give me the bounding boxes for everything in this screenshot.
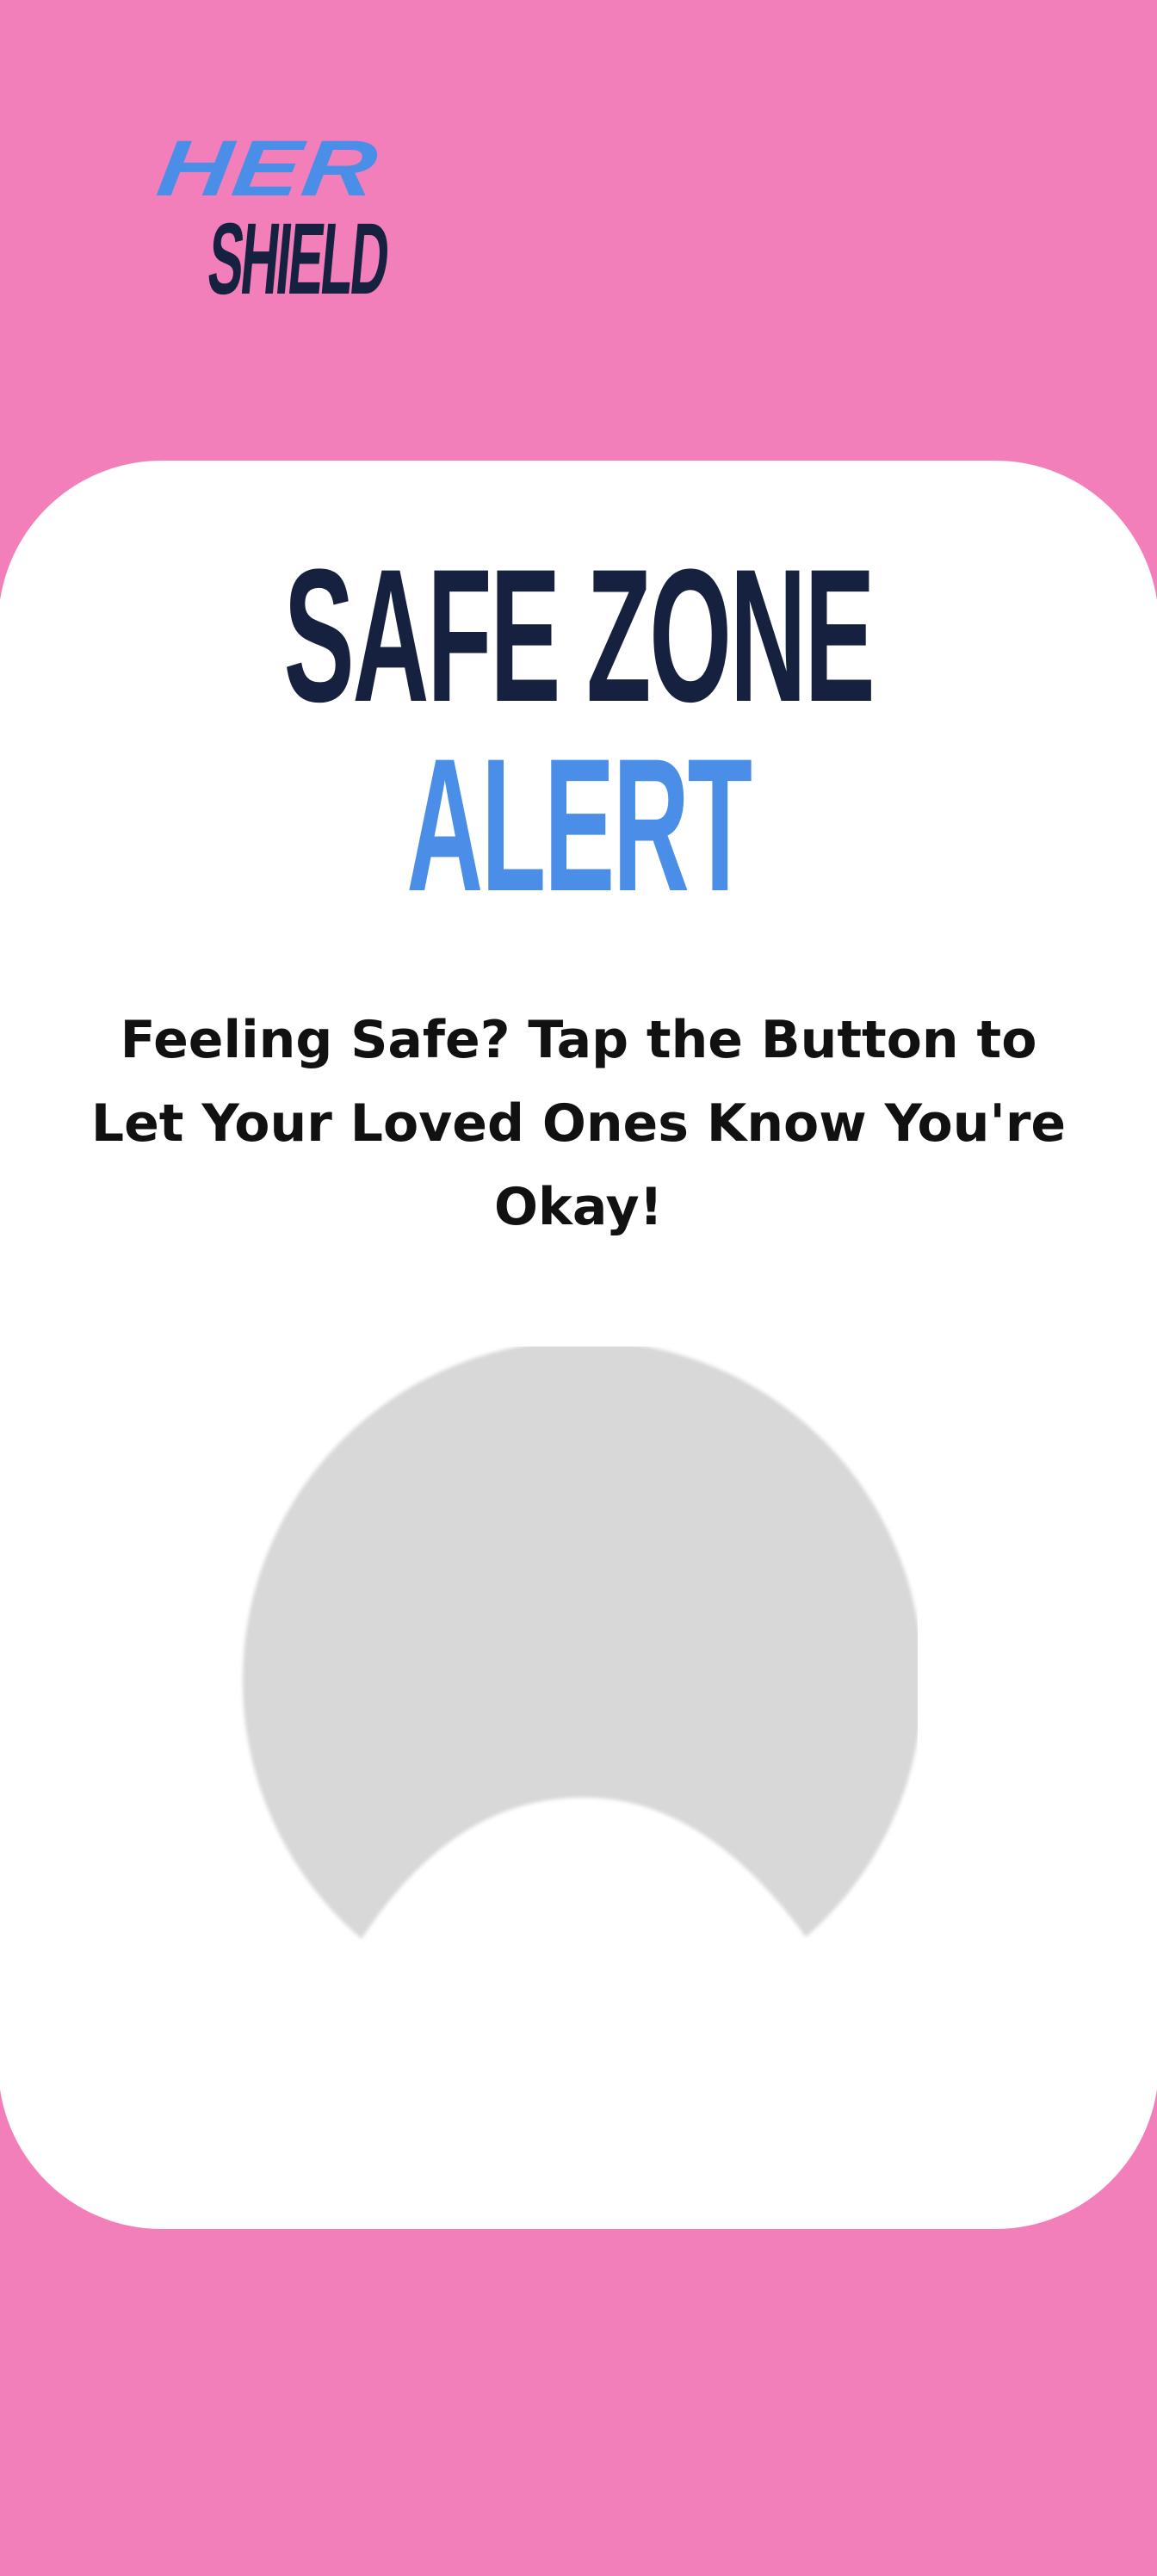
safe-alert-button[interactable] [238,1347,918,2027]
her-shield-logo: HER SHIELD [152,125,465,327]
page-title-safe-zone: SAFE ZONE [283,529,875,741]
instruction-text: Feeling Safe? Tap the Button to Let Your… [90,1010,1067,1237]
page-title-alert: ALERT [406,719,752,931]
logo-her-text: HER [152,124,384,214]
safe-button-shape-icon [242,1347,918,1939]
logo-shield-text: SHIELD [203,202,392,316]
